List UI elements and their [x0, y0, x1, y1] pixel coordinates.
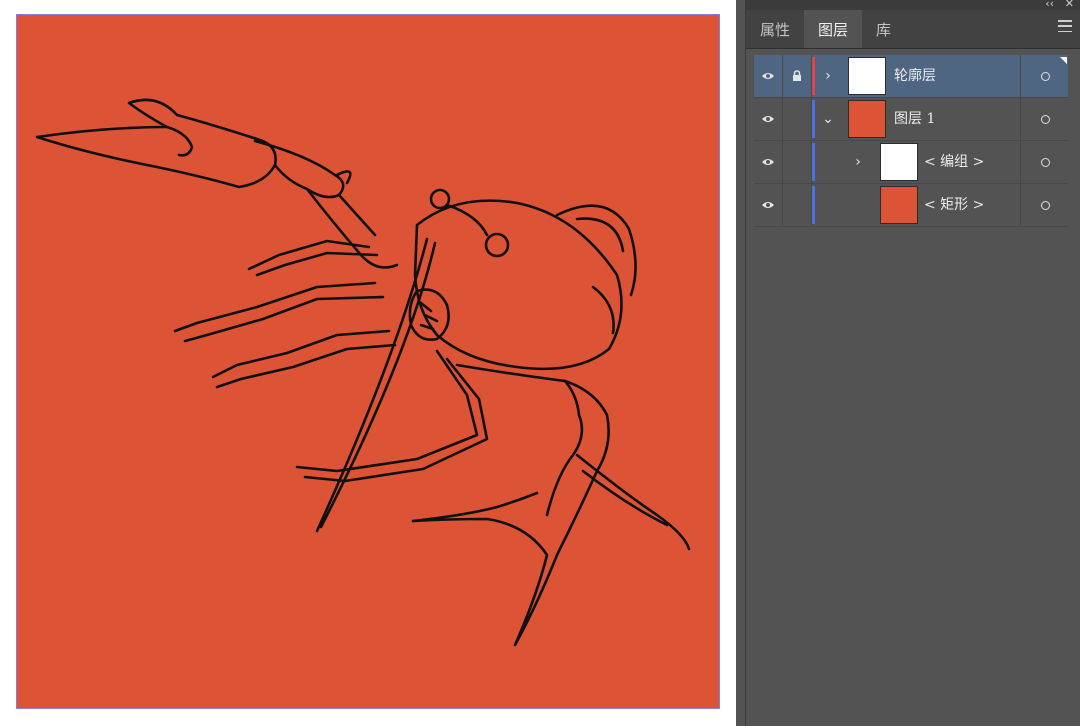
visibility-toggle[interactable]: [754, 98, 783, 140]
layer-name[interactable]: < 编组 >: [924, 152, 984, 172]
eye-icon: [762, 73, 774, 79]
layer-thumbnail: [848, 100, 886, 138]
tab-properties[interactable]: 属性: [746, 10, 804, 48]
artboard[interactable]: [16, 14, 720, 709]
canvas-area[interactable]: [0, 0, 736, 726]
chevron-down-icon[interactable]: ⌄: [820, 109, 836, 129]
visibility-toggle[interactable]: [754, 141, 783, 183]
hamburger-menu-icon[interactable]: [1058, 20, 1072, 32]
layer-color-swatch: [812, 57, 815, 95]
chevron-right-icon[interactable]: ›: [850, 152, 866, 172]
layers-list: › 轮廓层 ⌄ 图层 1 › < 编组 > < 矩形 >: [754, 55, 1068, 227]
lock-toggle[interactable]: [783, 184, 812, 226]
target-circle-icon: [1040, 114, 1050, 124]
tab-libraries[interactable]: 库: [862, 10, 905, 48]
eye-icon: [762, 159, 774, 165]
layer-thumbnail: [880, 143, 918, 181]
layer-thumbnail: [880, 186, 918, 224]
layer-color-swatch: [812, 143, 815, 181]
visibility-toggle[interactable]: [754, 184, 783, 226]
layer-row-rectangle[interactable]: < 矩形 >: [754, 184, 1068, 227]
layer-color-swatch: [812, 100, 815, 138]
panel-divider[interactable]: [736, 0, 746, 726]
selection-corner-icon: [1060, 57, 1067, 64]
lock-toggle[interactable]: [783, 141, 812, 183]
layer-name[interactable]: < 矩形 >: [924, 195, 984, 215]
layer-row-layer1[interactable]: ⌄ 图层 1: [754, 98, 1068, 141]
crayfish-outline-drawing: [35, 98, 691, 647]
target-cell[interactable]: [1020, 141, 1069, 183]
layer-name[interactable]: 轮廓层: [894, 66, 936, 86]
lock-toggle[interactable]: [783, 98, 812, 140]
layer-row-outline[interactable]: › 轮廓层: [754, 55, 1068, 98]
target-circle-icon: [1040, 157, 1050, 167]
chevron-right-icon[interactable]: ›: [820, 66, 836, 86]
target-circle-icon: [1040, 71, 1050, 81]
visibility-toggle[interactable]: [754, 55, 783, 97]
panel-header-strip: ‹‹ ✕: [746, 0, 1080, 10]
layer-color-swatch: [812, 186, 815, 224]
layers-panel: ‹‹ ✕ 属性 图层 库 › 轮廓层 ⌄ 图层 1 › < 编组 > < 矩形 …: [746, 0, 1080, 726]
target-cell[interactable]: [1020, 184, 1069, 226]
layer-name[interactable]: 图层 1: [894, 109, 935, 129]
panel-tabs: 属性 图层 库: [746, 10, 1080, 49]
layer-thumbnail: [848, 57, 886, 95]
target-cell[interactable]: [1020, 55, 1069, 97]
layer-row-group[interactable]: › < 编组 >: [754, 141, 1068, 184]
lock-icon: [793, 70, 801, 81]
eye-icon: [762, 202, 774, 208]
tab-layers[interactable]: 图层: [804, 10, 863, 48]
lock-toggle[interactable]: [783, 55, 812, 97]
target-cell[interactable]: [1020, 98, 1069, 140]
target-circle-icon: [1040, 200, 1050, 210]
eye-icon: [762, 116, 774, 122]
